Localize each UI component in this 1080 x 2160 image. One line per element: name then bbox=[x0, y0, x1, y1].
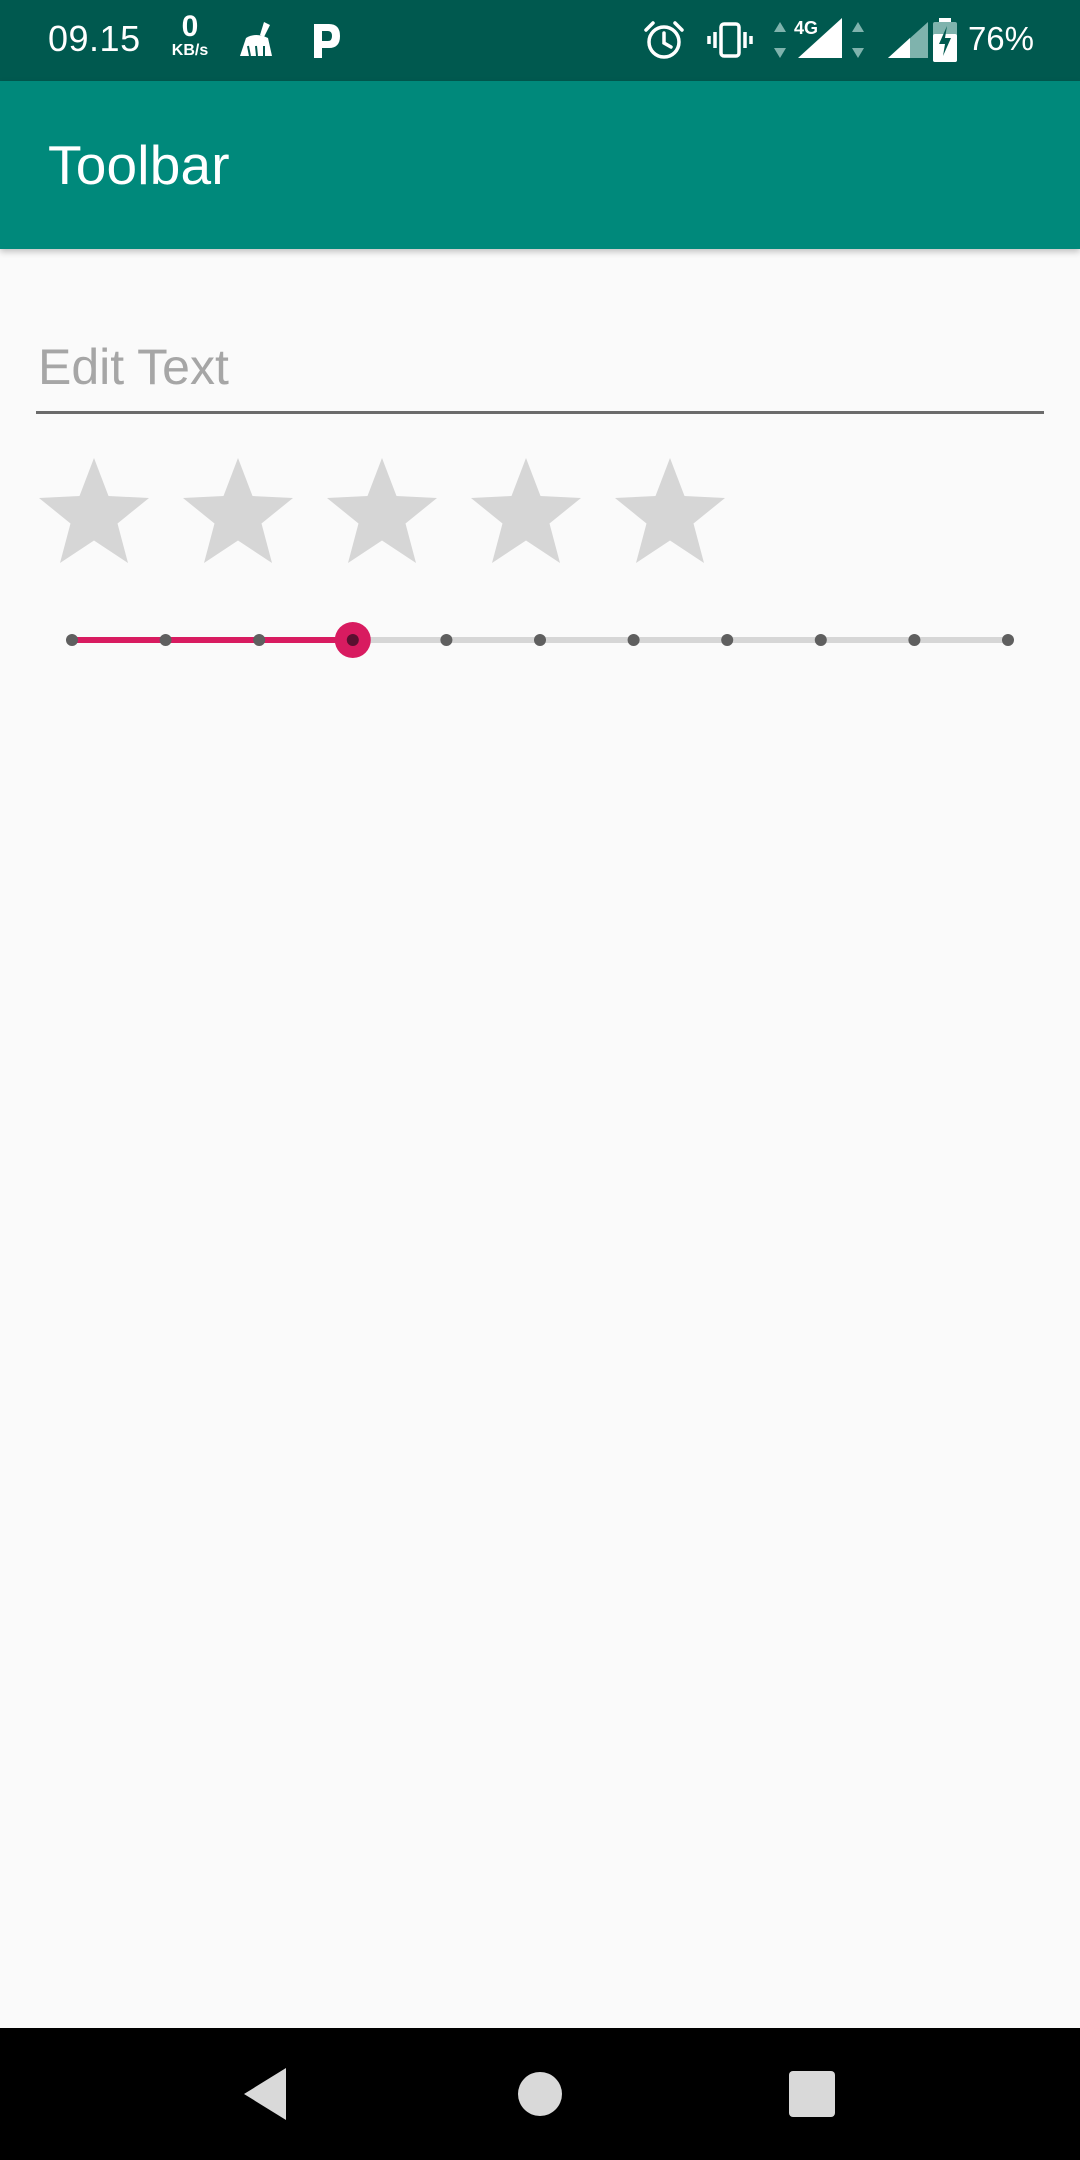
home-icon[interactable] bbox=[510, 2064, 570, 2124]
seek-bar-thumb-tick bbox=[346, 634, 359, 646]
battery-charging-icon bbox=[930, 16, 960, 64]
data-arrows-icon bbox=[768, 16, 792, 64]
signal-strength-secondary-icon bbox=[884, 16, 932, 64]
data-arrows-secondary-icon bbox=[846, 16, 870, 64]
parking-p-icon bbox=[302, 16, 350, 64]
network-speed-unit: KB/s bbox=[171, 42, 209, 59]
rating-bar[interactable] bbox=[34, 452, 730, 572]
seek-bar-tick bbox=[253, 634, 266, 646]
seek-bar-tick bbox=[814, 634, 827, 646]
seek-bar-tick bbox=[721, 634, 734, 646]
seek-bar-tick bbox=[627, 634, 640, 646]
seek-bar-tick bbox=[159, 634, 172, 646]
network-speed-value: 0 bbox=[181, 10, 199, 43]
seek-bar-tick bbox=[908, 634, 921, 646]
seek-bar-tick bbox=[440, 634, 453, 646]
network-type-label: 4G bbox=[794, 18, 818, 38]
battery-percent: 76% bbox=[967, 20, 1034, 57]
rating-star-icon[interactable] bbox=[34, 452, 154, 572]
recents-icon[interactable] bbox=[782, 2064, 842, 2124]
back-icon[interactable] bbox=[236, 2064, 296, 2124]
network-speed-indicator: 0 KB/s bbox=[164, 12, 216, 59]
edit-text-field[interactable] bbox=[36, 330, 1044, 414]
rating-star-icon[interactable] bbox=[322, 452, 442, 572]
seek-bar-graphic bbox=[66, 622, 1014, 658]
rating-star-icon[interactable] bbox=[610, 452, 730, 572]
seek-bar[interactable] bbox=[60, 610, 1020, 670]
seek-bar-tick bbox=[66, 634, 78, 646]
toolbar: Toolbar bbox=[0, 81, 1080, 249]
alarm-clock-icon bbox=[640, 16, 688, 64]
rating-star-icon[interactable] bbox=[466, 452, 586, 572]
seek-bar-tick bbox=[1002, 634, 1014, 646]
signal-strength-icon: 4G bbox=[792, 16, 846, 64]
seek-bar-tick bbox=[534, 634, 546, 646]
cleaner-broom-icon bbox=[234, 16, 282, 64]
vibrate-icon bbox=[706, 16, 754, 64]
status-bar: 09.15 0 KB/s 4G 76% bbox=[0, 0, 1080, 81]
rating-star-icon[interactable] bbox=[178, 452, 298, 572]
navigation-bar bbox=[0, 2028, 1080, 2160]
status-time: 09.15 bbox=[48, 18, 141, 59]
toolbar-title: Toolbar bbox=[48, 134, 230, 196]
app-screen: 09.15 0 KB/s 4G 76% Toolbar Edit Text bbox=[0, 0, 1080, 2160]
